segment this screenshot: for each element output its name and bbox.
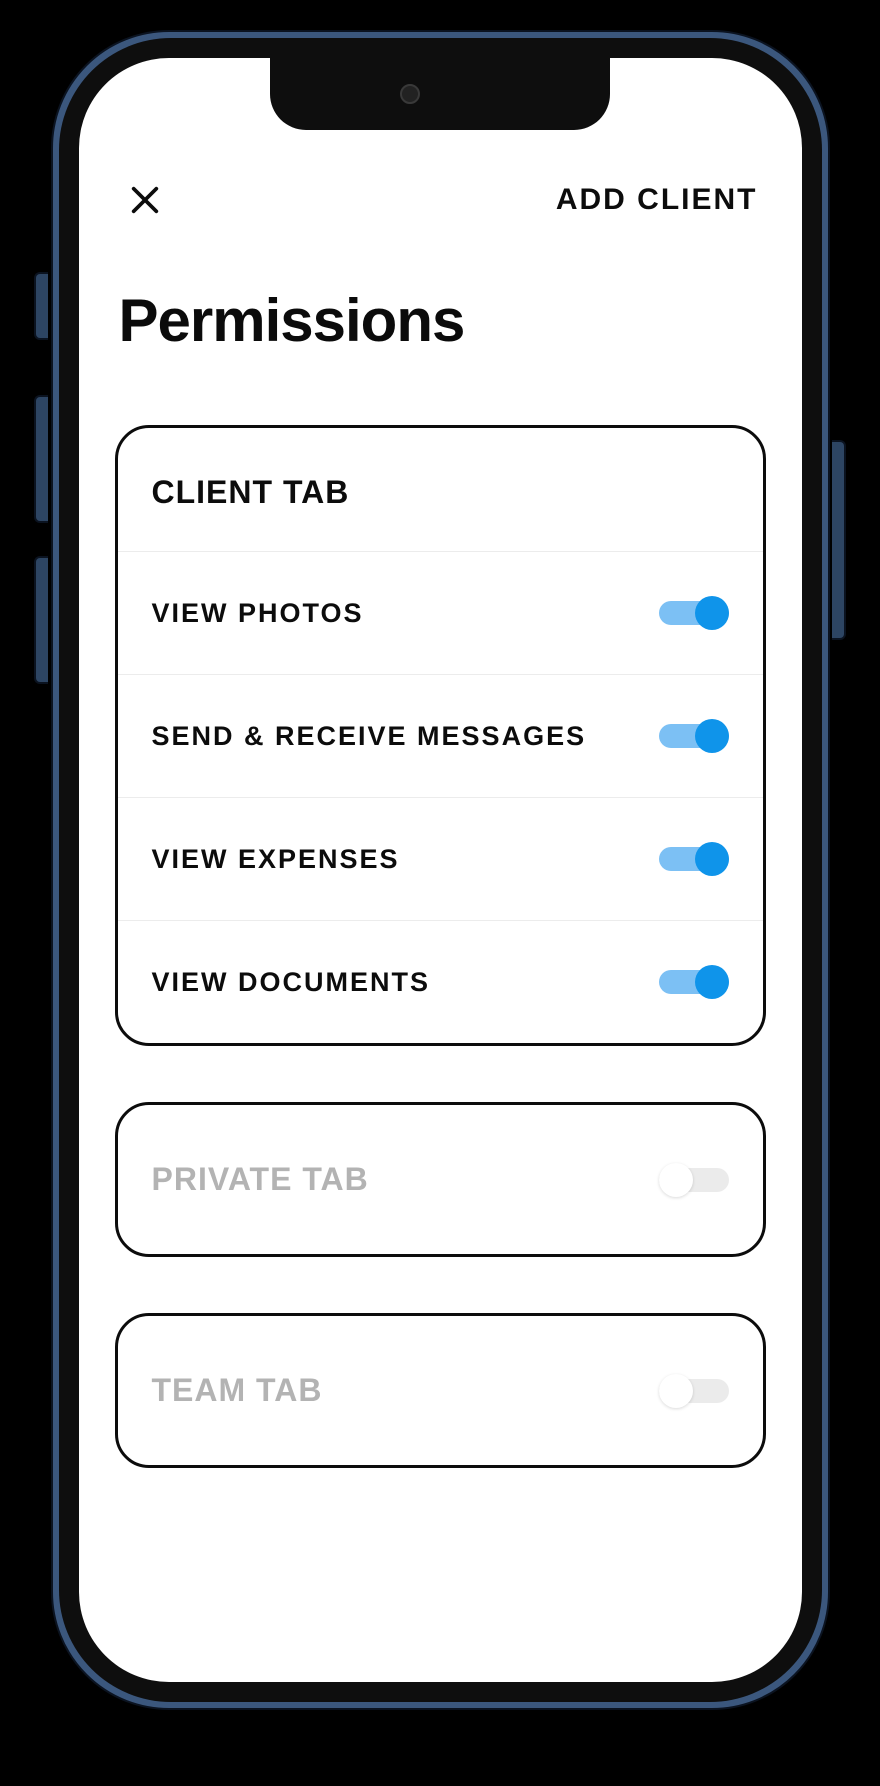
device-side-button	[34, 395, 48, 523]
device-side-button	[34, 272, 48, 340]
app-root: ADD CLIENT Permissions CLIENT TAB VIEW P…	[79, 58, 802, 1682]
toggle-knob	[695, 965, 729, 999]
device-side-button	[832, 440, 846, 640]
permission-row: VIEW PHOTOS	[118, 551, 763, 674]
permission-label: SEND & RECEIVE MESSAGES	[152, 721, 587, 752]
header: ADD CLIENT	[115, 178, 766, 222]
permission-label: VIEW PHOTOS	[152, 598, 364, 629]
page-title: Permissions	[115, 286, 766, 355]
toggle-view-expenses[interactable]	[659, 842, 729, 876]
device-side-button	[34, 556, 48, 684]
permission-row: VIEW EXPENSES	[118, 797, 763, 920]
toggle-knob	[695, 596, 729, 630]
permission-row: SEND & RECEIVE MESSAGES	[118, 674, 763, 797]
permission-group-client-tab: CLIENT TAB VIEW PHOTOS SEND & RECEIVE ME…	[115, 425, 766, 1046]
toggle-team-tab[interactable]	[659, 1374, 729, 1408]
group-title: PRIVATE TAB	[152, 1161, 369, 1198]
group-title: CLIENT TAB	[118, 428, 763, 551]
permission-group-team-tab: TEAM TAB	[115, 1313, 766, 1468]
close-icon	[128, 183, 162, 217]
toggle-view-documents[interactable]	[659, 965, 729, 999]
toggle-send-receive-messages[interactable]	[659, 719, 729, 753]
toggle-private-tab[interactable]	[659, 1163, 729, 1197]
device-notch	[270, 58, 610, 130]
permission-label: VIEW EXPENSES	[152, 844, 400, 875]
screen: ADD CLIENT Permissions CLIENT TAB VIEW P…	[79, 58, 802, 1682]
camera-icon	[400, 84, 420, 104]
group-title: TEAM TAB	[152, 1372, 323, 1409]
close-button[interactable]	[123, 178, 167, 222]
permission-row: VIEW DOCUMENTS	[118, 920, 763, 1043]
toggle-knob	[695, 719, 729, 753]
toggle-knob	[659, 1163, 693, 1197]
toggle-view-photos[interactable]	[659, 596, 729, 630]
add-client-button[interactable]: ADD CLIENT	[556, 183, 758, 217]
toggle-knob	[695, 842, 729, 876]
device-frame: ADD CLIENT Permissions CLIENT TAB VIEW P…	[0, 0, 880, 1786]
toggle-knob	[659, 1374, 693, 1408]
permission-group-private-tab: PRIVATE TAB	[115, 1102, 766, 1257]
permission-label: VIEW DOCUMENTS	[152, 967, 431, 998]
